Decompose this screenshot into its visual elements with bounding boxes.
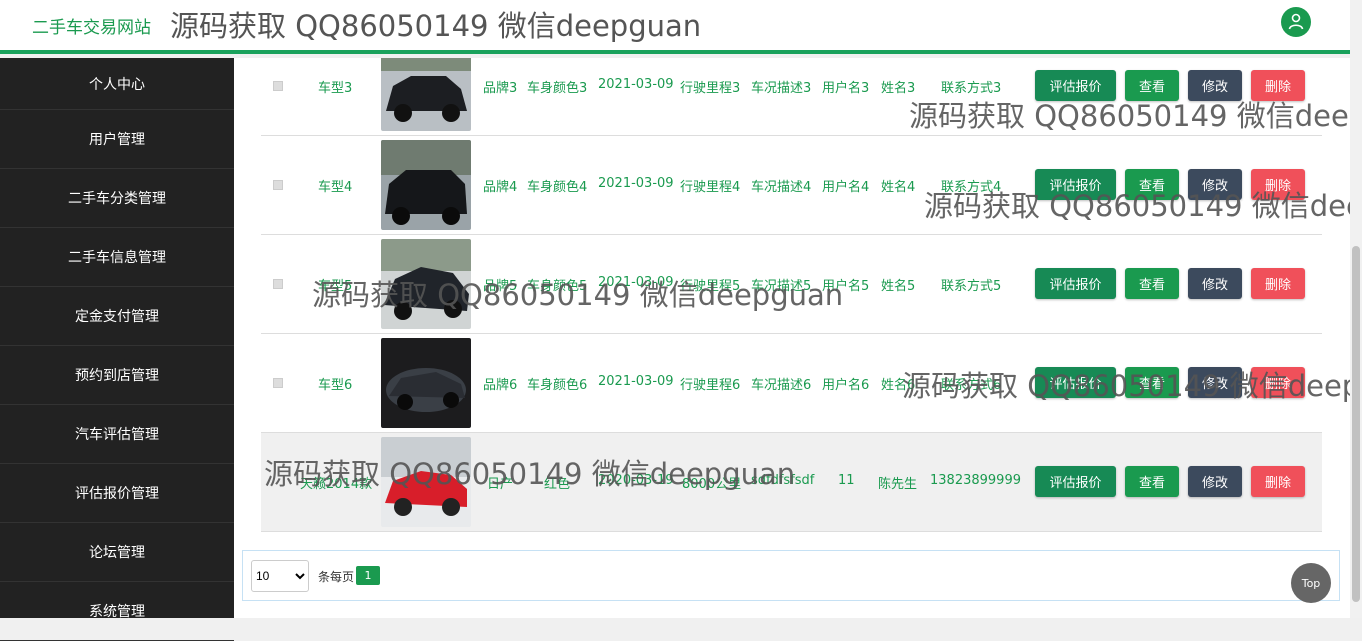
view-button[interactable]: 查看: [1125, 268, 1179, 299]
vertical-scrollbar[interactable]: [1350, 0, 1362, 618]
cell-date: 2021-03-09: [598, 77, 674, 92]
car-image: [381, 338, 471, 428]
edit-button[interactable]: 修改: [1188, 268, 1242, 299]
per-page-label: 条每页: [318, 570, 355, 584]
row-checkbox[interactable]: [273, 378, 283, 388]
delete-button[interactable]: 删除: [1251, 268, 1305, 299]
main-content: 车型3 品牌3 车身颜色3 2021-03-09 行驶里程3 车况描述3 用户名…: [234, 58, 1350, 618]
cell-mileage: 行驶里程3: [680, 81, 741, 96]
watermark-text: 源码获取 QQ86050149 微信deepguan: [312, 278, 844, 312]
sidebar-item-system[interactable]: 系统管理: [0, 582, 234, 641]
watermark-text: 源码获取 QQ86050149 微信deepguan: [264, 457, 796, 491]
cell-brand: 品牌6: [483, 378, 518, 393]
cell-name: 车型4: [318, 180, 353, 195]
sidebar-item-car-category[interactable]: 二手车分类管理: [0, 169, 234, 228]
cell-color: 车身颜色6: [527, 378, 588, 393]
cell-date: 2021-03-09: [598, 374, 674, 389]
cell-username: 用户名3: [822, 81, 870, 96]
evaluate-button[interactable]: 评估报价: [1035, 466, 1116, 497]
cell-color: 车身颜色3: [527, 81, 588, 96]
sidebar-item-car-info[interactable]: 二手车信息管理: [0, 228, 234, 287]
sidebar-item-car-evaluation[interactable]: 汽车评估管理: [0, 405, 234, 464]
view-button[interactable]: 查看: [1125, 466, 1179, 497]
cell-mileage: 行驶里程4: [680, 180, 741, 195]
cell-brand: 品牌4: [483, 180, 518, 195]
cell-condition: 车况描述6: [751, 378, 812, 393]
site-title[interactable]: 二手车交易网站: [32, 13, 151, 38]
watermark-text: 源码获取 QQ86050149 微信deepguan: [909, 99, 1350, 133]
page-number-button[interactable]: 1: [356, 566, 380, 585]
row-checkbox[interactable]: [273, 81, 283, 91]
cell-color: 车身颜色4: [527, 180, 588, 195]
page-size-select[interactable]: 10: [251, 560, 309, 592]
row-checkbox[interactable]: [273, 180, 283, 190]
watermark-text: 源码获取 QQ86050149 微信deepguan: [170, 9, 702, 43]
cell-condition: 车况描述3: [751, 81, 812, 96]
cell-name: 车型6: [318, 378, 353, 393]
cell-contact: 联系方式5: [941, 279, 1002, 294]
cell-date: 2021-03-09: [598, 176, 674, 191]
top-header: 二手车交易网站 源码获取 QQ86050149 微信deepguan: [0, 0, 1350, 54]
edit-button[interactable]: 修改: [1188, 466, 1242, 497]
sidebar-item-users[interactable]: 用户管理: [0, 110, 234, 169]
sidebar-item-forum[interactable]: 论坛管理: [0, 523, 234, 582]
watermark-text: 源码获取 QQ86050149 微信deepguan: [924, 189, 1350, 223]
cell-contact: 13823899999: [930, 473, 1021, 488]
cell-realname: 陈先生: [878, 477, 918, 492]
cell-realname: 姓名4: [881, 180, 916, 195]
cell-name: 车型3: [318, 81, 353, 96]
car-image: [381, 140, 471, 230]
user-icon: [1288, 13, 1304, 30]
sidebar-item-personal-center[interactable]: 个人中心: [0, 58, 234, 110]
sidebar: 个人中心 用户管理 二手车分类管理 二手车信息管理 定金支付管理 预约到店管理 …: [0, 58, 234, 641]
cell-mileage: 行驶里程6: [680, 378, 741, 393]
cell-brand: 品牌3: [483, 81, 518, 96]
user-avatar[interactable]: [1281, 7, 1311, 37]
sidebar-item-appointment[interactable]: 预约到店管理: [0, 346, 234, 405]
back-to-top-button[interactable]: Top: [1291, 563, 1331, 603]
car-image: [381, 58, 471, 131]
row-checkbox[interactable]: [273, 279, 283, 289]
evaluate-button[interactable]: 评估报价: [1035, 268, 1116, 299]
sidebar-item-deposit[interactable]: 定金支付管理: [0, 287, 234, 346]
pagination: 10 条每页 1: [242, 550, 1340, 601]
delete-button[interactable]: 删除: [1251, 466, 1305, 497]
watermark-text: 源码获取 QQ86050149 微信deepguan: [902, 369, 1350, 403]
cell-username: 11: [838, 473, 855, 488]
cell-realname: 姓名5: [881, 279, 916, 294]
scrollbar-thumb[interactable]: [1352, 246, 1360, 602]
cell-condition: 车况描述4: [751, 180, 812, 195]
cell-username: 用户名4: [822, 180, 870, 195]
sidebar-item-quote[interactable]: 评估报价管理: [0, 464, 234, 523]
cell-username: 用户名6: [822, 378, 870, 393]
